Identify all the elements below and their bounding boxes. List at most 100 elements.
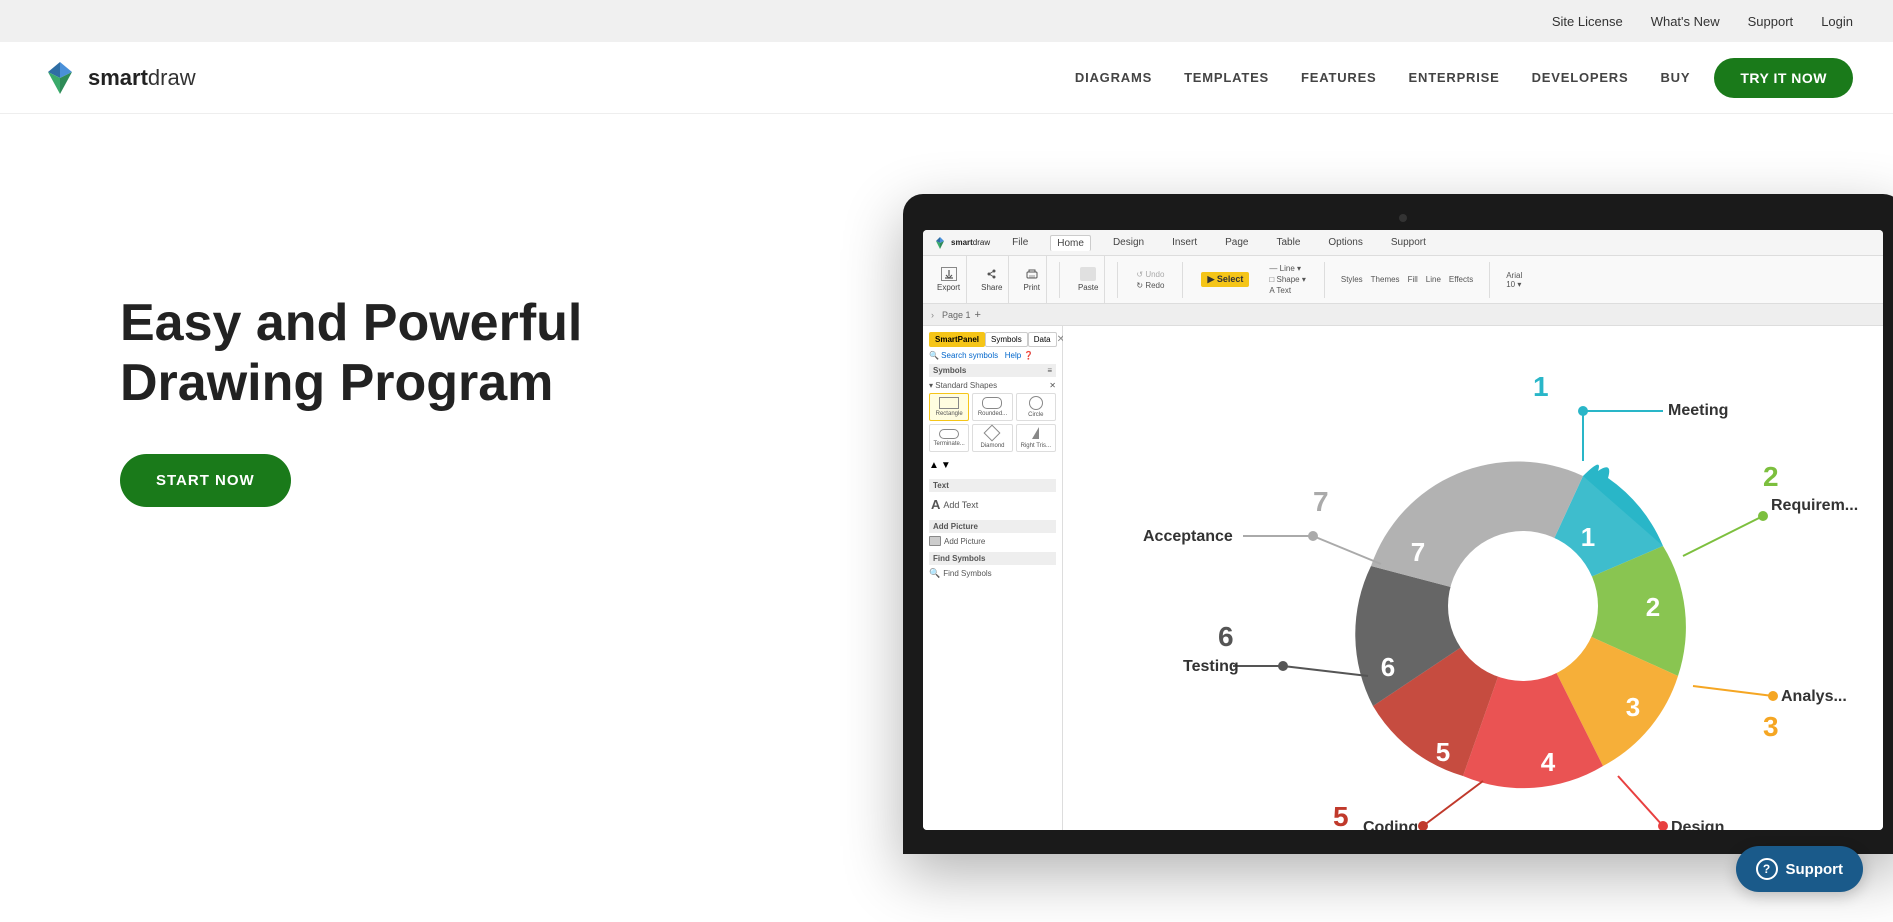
rounded-icon xyxy=(982,397,1002,409)
font-name[interactable]: Arial xyxy=(1506,271,1522,280)
picture-icon xyxy=(929,536,941,546)
effects-btn[interactable]: Effects xyxy=(1449,275,1473,284)
print-btn-label[interactable]: Print xyxy=(1023,283,1039,292)
standard-shapes-label: ▾ Standard Shapes xyxy=(929,381,997,390)
nav-templates[interactable]: TEMPLATES xyxy=(1184,70,1269,85)
nav-developers[interactable]: DEVELOPERS xyxy=(1532,70,1629,85)
nav-enterprise[interactable]: ENTERPRISE xyxy=(1409,70,1500,85)
styles-btn[interactable]: Styles xyxy=(1341,275,1363,284)
line-style-btn[interactable]: Line xyxy=(1426,275,1441,284)
undo-redo-group: ↺ Undo ↻ Redo xyxy=(1130,268,1170,292)
app-canvas: 1 2 3 4 5 6 7 Meeti xyxy=(1063,326,1883,830)
app-menu-options[interactable]: Options xyxy=(1322,235,1368,250)
nav-buy[interactable]: BUY xyxy=(1660,70,1690,85)
main-navigation: smartdraw DIAGRAMS TEMPLATES FEATURES EN… xyxy=(0,42,1893,114)
term-icon xyxy=(939,429,959,439)
add-page-btn[interactable]: + xyxy=(975,309,981,321)
app-menu-home[interactable]: Home xyxy=(1050,235,1091,251)
logo-text: smartdraw xyxy=(88,65,196,91)
shape-triangle[interactable]: Right Tris... xyxy=(1016,424,1056,452)
shape-terminate[interactable]: Terminate... xyxy=(929,424,969,452)
symbols-label: Symbols xyxy=(933,366,966,375)
symbols-menu-icon[interactable]: ≡ xyxy=(1047,366,1052,375)
start-now-button[interactable]: START NOW xyxy=(120,454,291,507)
ribbon-paste-icon xyxy=(1080,267,1096,281)
symbols-tab[interactable]: Symbols xyxy=(985,332,1028,347)
fill-btn[interactable]: Fill xyxy=(1408,275,1418,284)
logo[interactable]: smartdraw xyxy=(40,58,196,98)
try-it-now-button[interactable]: TRY IT NOW xyxy=(1714,58,1853,98)
standard-shapes-close[interactable]: ✕ xyxy=(1049,381,1056,390)
nav-links: DIAGRAMS TEMPLATES FEATURES ENTERPRISE D… xyxy=(1075,70,1690,85)
styles-group: Styles Themes Fill Line Effects xyxy=(1337,275,1477,284)
export-btn-label[interactable]: Export xyxy=(937,283,960,292)
line-tool-btn[interactable]: — Line ▾ xyxy=(1269,264,1305,273)
scroll-up-btn[interactable]: ▲ xyxy=(929,460,939,471)
font-group: Arial 10 ▾ xyxy=(1502,271,1526,289)
font-size[interactable]: 10 ▾ xyxy=(1506,280,1522,289)
scroll-down-btn[interactable]: ▼ xyxy=(941,460,951,471)
hero-content: Easy and Powerful Drawing Program START … xyxy=(0,114,622,547)
share-btn-label[interactable]: Share xyxy=(981,283,1002,292)
redo-btn[interactable]: ↻ Redo xyxy=(1136,281,1164,290)
app-menu-design[interactable]: Design xyxy=(1107,235,1150,250)
svg-text:3: 3 xyxy=(1763,711,1779,742)
app-topbar: smartdraw File Home Design Insert Page T… xyxy=(923,230,1883,256)
search-symbols-link[interactable]: 🔍 Search symbols Help ❓ xyxy=(929,351,1056,360)
text-tool-btn[interactable]: A Text xyxy=(1269,286,1305,295)
login-link[interactable]: Login xyxy=(1821,14,1853,29)
app-page-bar: › Page 1 + xyxy=(923,304,1883,326)
add-picture-label: Add Picture xyxy=(944,537,985,546)
support-bubble[interactable]: ? Support xyxy=(1736,846,1864,892)
hero-section: Easy and Powerful Drawing Program START … xyxy=(0,114,1893,922)
expand-icon[interactable]: › xyxy=(931,310,934,320)
add-picture-btn[interactable]: Add Picture xyxy=(929,536,1056,546)
whats-new-link[interactable]: What's New xyxy=(1651,14,1720,29)
svg-text:7: 7 xyxy=(1411,537,1425,567)
app-menu-page[interactable]: Page xyxy=(1219,235,1254,250)
shape-rounded[interactable]: Rounded... xyxy=(972,393,1012,421)
svg-text:4: 4 xyxy=(1541,747,1556,777)
svg-text:3: 3 xyxy=(1626,692,1640,722)
picture-section: Add Picture Add Picture xyxy=(929,520,1056,546)
ribbon-share-group: Share xyxy=(975,256,1009,303)
find-section-header: Find Symbols xyxy=(929,552,1056,565)
add-text-btn[interactable]: A Add Text xyxy=(929,495,1056,514)
data-tab[interactable]: Data xyxy=(1028,332,1057,347)
laptop-frame: smartdraw File Home Design Insert Page T… xyxy=(903,194,1893,894)
shape-diamond[interactable]: Diamond xyxy=(972,424,1012,452)
shape-rectangle[interactable]: Rectangle xyxy=(929,393,969,421)
site-license-link[interactable]: Site License xyxy=(1552,14,1623,29)
themes-btn[interactable]: Themes xyxy=(1371,275,1400,284)
nav-features[interactable]: FEATURES xyxy=(1301,70,1377,85)
line-shape-text-group: — Line ▾ □ Shape ▾ A Text xyxy=(1263,264,1311,295)
undo-btn[interactable]: ↺ Undo xyxy=(1136,270,1164,279)
nav-diagrams[interactable]: DIAGRAMS xyxy=(1075,70,1152,85)
logo-icon xyxy=(40,58,80,98)
hero-visual: smartdraw File Home Design Insert Page T… xyxy=(903,194,1893,922)
sidebar-tabs-row: SmartPanel Symbols Data ✕ xyxy=(929,332,1056,347)
select-btn[interactable]: ▶ Select xyxy=(1201,272,1249,287)
top-utility-bar: Site License What's New Support Login xyxy=(0,0,1893,42)
shape-grid: Rectangle Rounded... Circle xyxy=(929,393,1056,452)
app-menu-file[interactable]: File xyxy=(1006,235,1034,250)
support-link[interactable]: Support xyxy=(1748,14,1794,29)
app-main: SmartPanel Symbols Data ✕ 🔍 Search symbo… xyxy=(923,326,1883,830)
smartpanel-tab[interactable]: SmartPanel xyxy=(929,332,985,347)
find-symbols-label: Find Symbols xyxy=(943,569,991,578)
scroll-arrows: ▲ ▼ xyxy=(929,460,1056,471)
ribbon-print-icon xyxy=(1024,267,1040,281)
paste-btn-label[interactable]: Paste xyxy=(1078,283,1098,292)
svg-text:5: 5 xyxy=(1436,737,1450,767)
laptop-screen-inner: smartdraw File Home Design Insert Page T… xyxy=(923,230,1883,830)
app-menu-table[interactable]: Table xyxy=(1270,235,1306,250)
svg-text:Requirem...: Requirem... xyxy=(1771,497,1858,514)
app-menu-support[interactable]: Support xyxy=(1385,235,1432,250)
find-section: Find Symbols 🔍 Find Symbols xyxy=(929,552,1056,579)
find-symbols-btn[interactable]: 🔍 Find Symbols xyxy=(929,568,1056,579)
shape-tool-btn[interactable]: □ Shape ▾ xyxy=(1269,275,1305,284)
shape-circle[interactable]: Circle xyxy=(1016,393,1056,421)
hero-title: Easy and Powerful Drawing Program xyxy=(120,294,582,414)
support-bubble-label: Support xyxy=(1786,861,1844,878)
app-menu-insert[interactable]: Insert xyxy=(1166,235,1203,250)
